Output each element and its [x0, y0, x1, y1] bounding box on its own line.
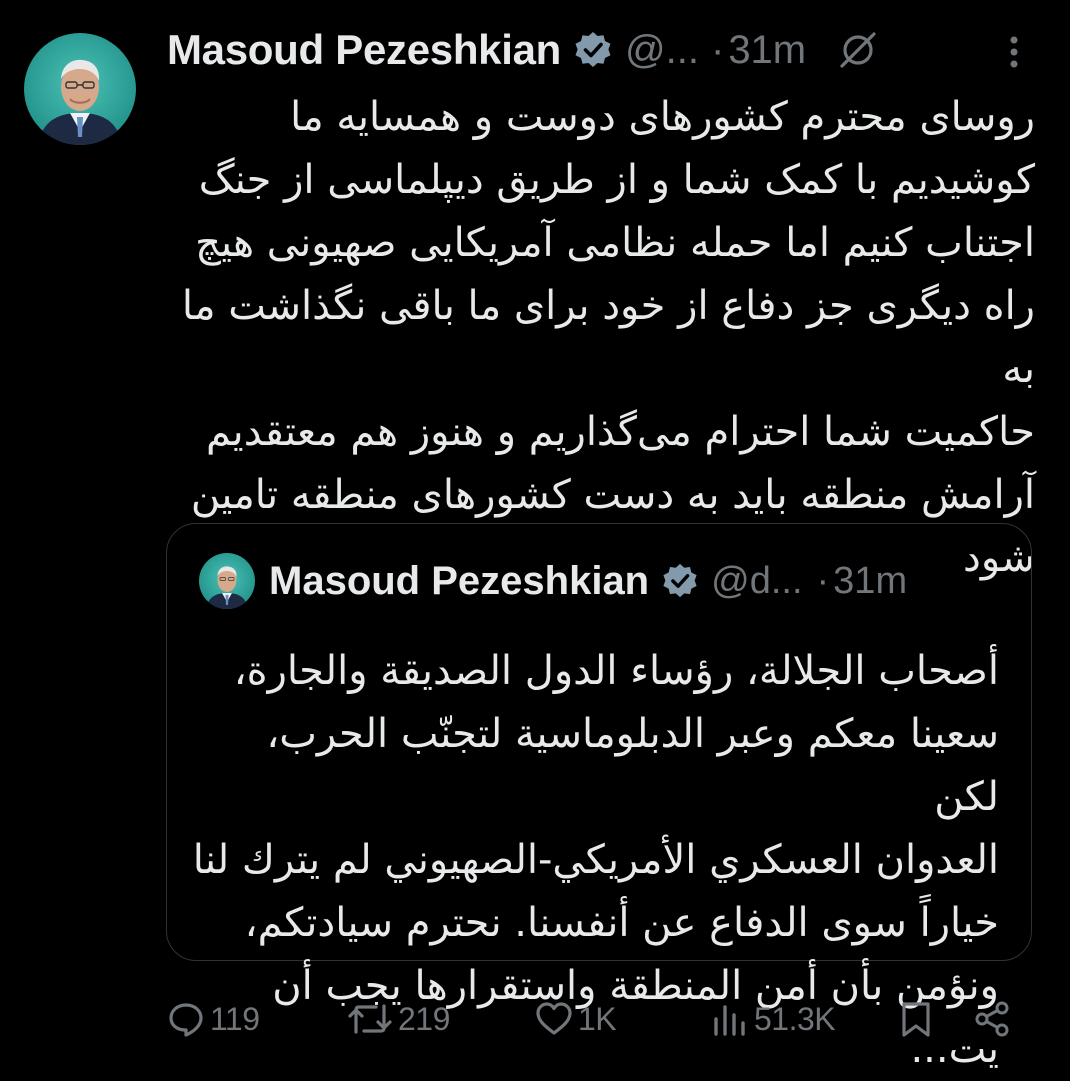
retweet-button[interactable]: 219: [346, 994, 450, 1044]
quoted-avatar[interactable]: [199, 553, 255, 609]
views-button[interactable]: 51.3K: [710, 994, 836, 1044]
reply-icon: [169, 1003, 203, 1037]
reply-button[interactable]: 119: [166, 994, 260, 1044]
quoted-avatar-photo: [199, 553, 255, 609]
author-name[interactable]: Masoud Pezeshkian: [167, 26, 561, 74]
reply-count: 119: [210, 1000, 260, 1037]
like-button[interactable]: 1K: [534, 994, 617, 1044]
tweet-text: روسای محترم کشورهای دوست و همسایه ما کوش…: [181, 94, 1035, 581]
author-handle[interactable]: @...: [625, 28, 699, 73]
quoted-tweet-timestamp: 31m: [833, 559, 908, 602]
tweet-action-bar: 119 219 1K 51.3K: [166, 994, 1046, 1044]
more-options-icon[interactable]: [996, 32, 1032, 72]
view-count: 51.3K: [754, 1000, 836, 1037]
avatar-photo: [24, 33, 136, 145]
quoted-author-name[interactable]: Masoud Pezeshkian: [269, 559, 649, 604]
retweet-count: 219: [398, 1000, 450, 1037]
verified-badge-icon: [661, 562, 699, 600]
bookmark-button[interactable]: [896, 994, 936, 1044]
separator-dot: ·: [816, 559, 830, 602]
quoted-tweet-card[interactable]: Masoud Pezeshkian @d... · 31m أصحاب الجل…: [166, 523, 1032, 1072]
share-button[interactable]: [972, 994, 1012, 1044]
like-count: 1K: [578, 1000, 617, 1037]
separator-dot: ·: [710, 27, 725, 72]
bookmark-icon: [902, 1002, 930, 1037]
quoted-tweet-header: Masoud Pezeshkian @d... · 31m: [269, 552, 907, 610]
quoted-author-handle[interactable]: @d...: [711, 560, 802, 603]
tweet-header: Masoud Pezeshkian @... · 31m: [167, 22, 1047, 78]
tweet-timestamp[interactable]: 31m: [728, 28, 806, 73]
views-icon: [714, 1005, 745, 1036]
retweet-icon: [348, 1004, 392, 1034]
grok-icon[interactable]: [836, 28, 880, 72]
verified-badge-icon: [573, 30, 613, 70]
avatar[interactable]: [24, 33, 136, 145]
share-icon: [975, 1001, 1009, 1037]
heart-icon: [536, 1002, 572, 1035]
